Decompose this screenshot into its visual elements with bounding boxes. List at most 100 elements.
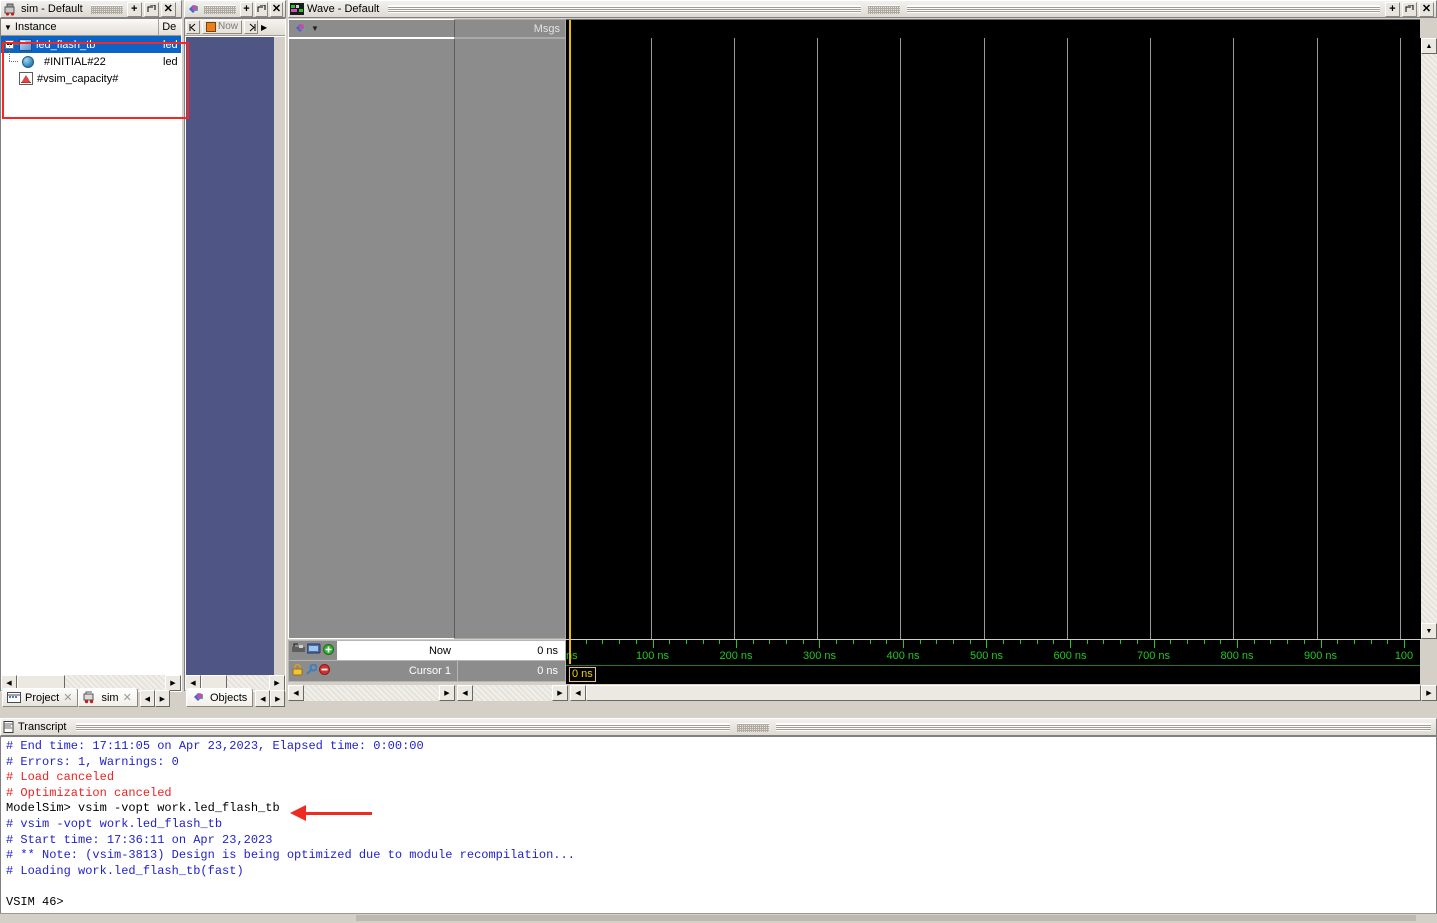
ruler-label: 500 ns [969,650,1004,662]
tree-item-label: #vsim_capacity# [37,72,119,85]
ruler-tick [619,640,620,644]
wave-cursor-line[interactable] [569,38,571,639]
scrollbar-track[interactable] [473,685,552,701]
sim-panel-maximize-button[interactable] [143,1,159,17]
objects-panel-maximize-button[interactable] [255,1,268,17]
wave-time-ruler[interactable]: ns 100 ns 200 ns 300 ns 400 ns 500 ns 600 ns 70… [566,640,1420,684]
right-tab-strip: Objects ◀ ▶ [186,686,286,707]
tree-item-label: led_flash_tb [36,38,96,51]
scroll-left-icon[interactable]: ◀ [288,685,304,701]
wave-panel-title: Wave - Default [307,3,380,15]
wave-names-hscrollbar[interactable]: ◀ ▶ [288,685,455,701]
transcript-grip-left[interactable] [75,723,731,731]
transcript-output[interactable]: # End time: 17:11:05 on Apr 23,2023, Ela… [0,736,1437,914]
chevron-down-icon[interactable]: ▼ [311,24,319,33]
scrollbar-track[interactable] [304,685,439,701]
transcript-titlebar: Transcript [0,718,1437,736]
scrollbar-thumb[interactable] [586,685,1421,701]
tree-row-led-flash-tb[interactable]: led_flash_tb led [1,36,181,53]
delete-cursor-icon[interactable] [319,664,330,678]
ruler-tick [1270,640,1271,644]
sim-panel-dock-button[interactable]: + [126,1,142,17]
wave-panel-grip-right[interactable] [907,5,1380,13]
wave-values-list[interactable] [455,38,566,639]
cursor-time-badge[interactable]: 0 ns [569,667,596,682]
wave-signal-header[interactable]: ▼ [288,19,455,38]
wrench-icon[interactable] [305,663,318,679]
scrollbar-track[interactable] [1421,54,1437,623]
transcript-title: Transcript [18,721,67,733]
objects-panel-grip[interactable] [204,4,236,14]
add-cursor-icon[interactable] [323,643,334,658]
step-forward-icon[interactable] [244,20,258,34]
sim-panel-close-button[interactable]: ✕ [160,1,176,17]
now-row[interactable]: Now 0 ns [288,640,566,661]
tab-project[interactable]: Project ✕ [2,688,79,707]
ruler-tick [703,640,704,644]
toolbar-overflow-icon[interactable]: ▶ [261,23,267,32]
ruler-tick [719,640,720,644]
ruler-tick [1387,640,1388,644]
objects-panel-dock-button[interactable]: + [240,1,253,17]
modelsim-icon [4,3,18,16]
tab-nav-next-icon[interactable]: ▶ [270,690,286,707]
wave-canvas[interactable] [566,38,1421,639]
wave-icon [290,3,304,15]
scroll-left-icon[interactable]: ◀ [570,685,586,701]
scrollbar-track[interactable] [586,685,1421,701]
tab-sim[interactable]: sim ✕ [78,688,138,707]
sim-panel-grip[interactable] [90,4,123,14]
wave-panel-maximize-button[interactable] [1402,1,1417,17]
now-button[interactable]: Now [202,20,242,34]
ruler-tick [1354,640,1355,644]
ruler-tick [653,640,654,648]
sim-instance-tree: led_flash_tb led #INITIAL#22 led #vsim_c… [1,36,181,87]
objects-panel-close-button[interactable]: ✕ [270,1,283,17]
cursor-row[interactable]: Cursor 1 0 ns [288,661,566,682]
wave-canvas-hscrollbar[interactable]: ◀ ▶ [570,685,1437,701]
scroll-right-icon[interactable]: ▶ [1421,685,1437,701]
tab-project-close-icon[interactable]: ✕ [63,691,72,704]
monitor-icon[interactable] [306,643,321,658]
ruler-tick [1020,640,1021,644]
scroll-right-icon[interactable]: ▶ [439,685,455,701]
tab-nav-prev-icon[interactable]: ◀ [139,690,155,707]
wave-panel-grip-left[interactable] [388,5,862,13]
scroll-left-icon[interactable]: ◀ [457,685,473,701]
objects-list[interactable] [186,37,274,676]
ruler-tick [1237,640,1238,648]
column-header-design-unit[interactable]: De [159,19,181,35]
ruler-tick [886,640,887,644]
wave-signal-list[interactable] [288,38,455,639]
tab-nav-next-icon[interactable]: ▶ [154,690,170,707]
wave-panel-grip-handle[interactable] [868,4,901,14]
ruler-cursor-line [569,640,571,664]
transcript-grip-handle[interactable] [737,722,770,732]
time-marker-icon[interactable] [292,643,305,658]
lock-icon[interactable] [292,663,303,679]
transcript-hscrollbar[interactable] [356,915,1416,921]
step-back-icon[interactable] [186,20,200,34]
column-header-instance[interactable]: ▼ Instance [1,19,160,35]
tree-row-vsim-capacity[interactable]: #vsim_capacity# [1,70,181,87]
ruler-tick [836,640,837,644]
wave-panel-dock-button[interactable]: + [1385,1,1400,17]
tree-row-initial-22[interactable]: #INITIAL#22 led [1,44,181,70]
wave-values-hscrollbar[interactable]: ◀ ▶ [457,685,568,701]
scroll-right-icon[interactable]: ▶ [552,685,568,701]
transcript-line: # Loading work.led_flash_tb(fast) [6,863,244,878]
tab-nav-prev-icon[interactable]: ◀ [255,690,271,707]
scroll-up-icon[interactable]: ▲ [1421,38,1437,54]
wave-vertical-scrollbar[interactable]: ▲ ▼ [1421,38,1437,639]
transcript-line: ModelSim> vsim -vopt work.led_flash_tb [6,801,280,816]
scroll-down-icon[interactable]: ▼ [1421,623,1437,639]
objects-icon [191,691,206,704]
tab-sim-close-icon[interactable]: ✕ [123,691,132,704]
sim-panel-title: sim - Default [21,3,83,15]
ruler-tick [769,640,770,644]
transcript-grip-right[interactable] [776,723,1431,731]
objects-toolbar: Now ▶ [185,19,285,36]
transcript-line: # Optimization canceled [6,785,172,800]
tab-objects[interactable]: Objects [186,688,254,707]
wave-panel-close-button[interactable]: ✕ [1419,1,1434,17]
